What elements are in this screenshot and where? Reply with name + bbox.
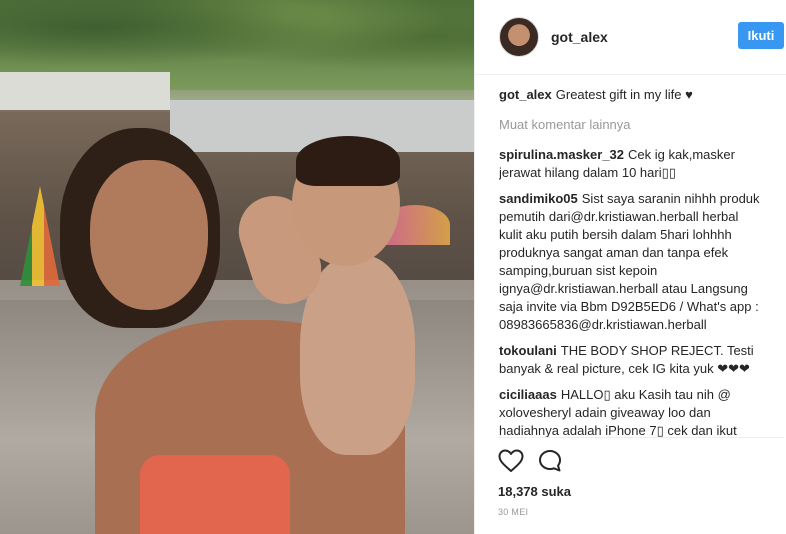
photo-swimsuit	[140, 455, 290, 534]
actions-divider	[498, 437, 784, 438]
post-date[interactable]: 30 MEI	[498, 507, 528, 517]
caption: got_alex Greatest gift in my life ♥	[499, 86, 763, 104]
comment-author[interactable]: ciciliaaas	[499, 387, 557, 402]
comment-author[interactable]: spirulina.masker_32	[499, 147, 624, 162]
avatar[interactable]	[499, 17, 539, 57]
comment-author[interactable]: sandimiko05	[499, 191, 578, 206]
load-more-comments-link[interactable]: Muat komentar lainnya	[499, 116, 763, 134]
comment-author[interactable]: tokoulani	[499, 343, 557, 358]
photo-hut-roof	[0, 72, 170, 112]
post-header: got_alex Ikuti	[475, 0, 786, 75]
comment-item: tokoulani THE BODY SHOP REJECT. Testi ban…	[499, 342, 763, 378]
caption-author[interactable]: got_alex	[499, 87, 552, 102]
post-username[interactable]: got_alex	[551, 29, 608, 45]
caption-text: Greatest gift in my life ♥	[555, 87, 693, 102]
photo-baby-hair	[296, 136, 400, 186]
comment-text: Sist saya saranin nihhh produk pemutih d…	[499, 191, 760, 332]
comment-bubble-icon[interactable]	[538, 449, 562, 473]
comment-item: sandimiko05 Sist saya saranin nihhh produ…	[499, 190, 763, 334]
comments-list[interactable]: got_alex Greatest gift in my life ♥ Muat …	[499, 86, 763, 438]
follow-button[interactable]: Ikuti	[738, 22, 784, 49]
comment-item: ciciliaaas HALLO▯ aku Kasih tau nih @ xol…	[499, 386, 763, 438]
comment-item: spirulina.masker_32 Cek ig kak,masker jer…	[499, 146, 763, 182]
heart-icon[interactable]	[498, 449, 524, 473]
likes-count[interactable]: 18,378 suka	[498, 484, 571, 499]
photo-woman-face	[90, 160, 208, 310]
post-actions	[498, 449, 562, 473]
post-photo[interactable]	[0, 0, 474, 534]
